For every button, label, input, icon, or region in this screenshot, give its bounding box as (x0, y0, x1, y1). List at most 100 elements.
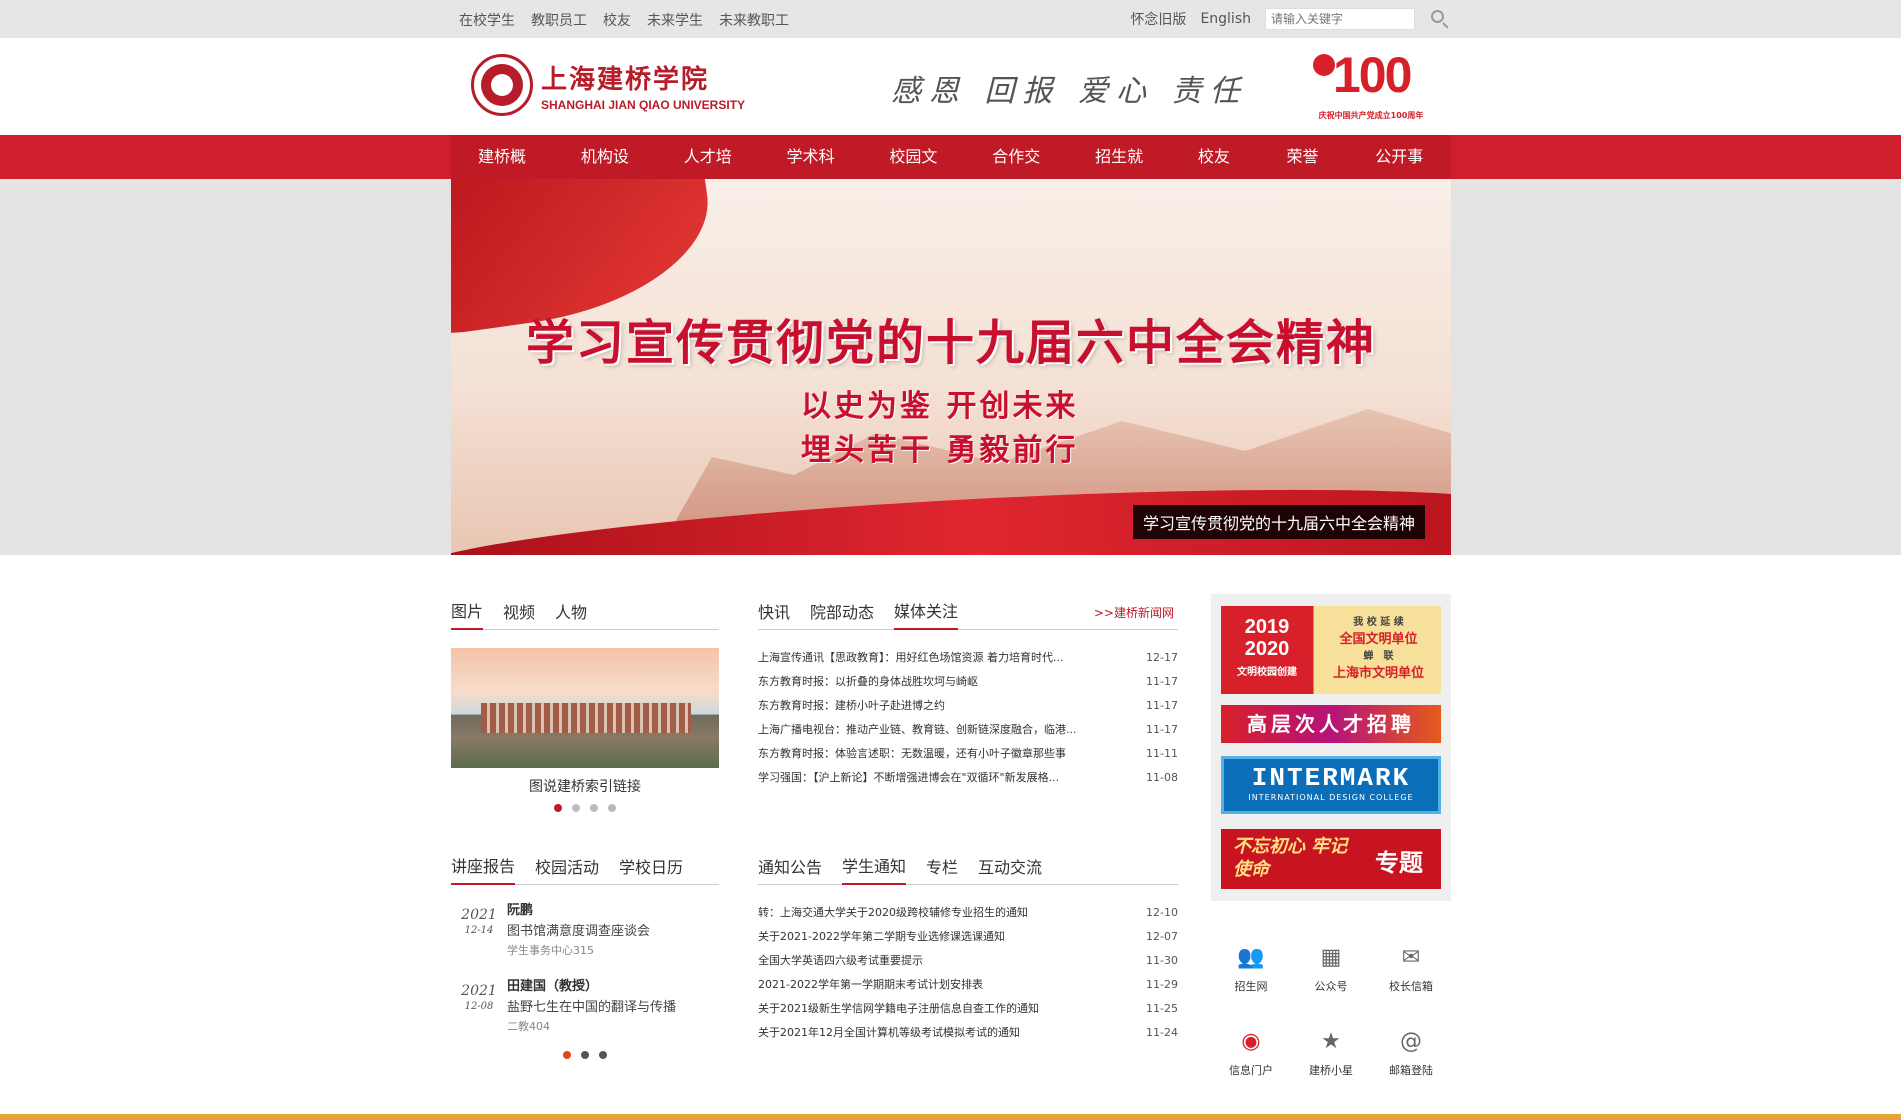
link-future-students[interactable]: 未来学生 (647, 10, 703, 30)
tab-videos[interactable]: 视频 (503, 599, 535, 629)
tab-flash-news[interactable]: 快讯 (758, 599, 790, 629)
tab-media-focus[interactable]: 媒体关注 (894, 598, 959, 630)
link-staff[interactable]: 教职员工 (531, 10, 587, 30)
lecture-title[interactable]: 盐野七生在中国的翻译与传播 (507, 996, 676, 1015)
tab-interaction[interactable]: 互动交流 (978, 854, 1042, 884)
intermark-banner[interactable]: INTERMARK INTERNATIONAL DESIGN COLLEGE (1221, 756, 1441, 814)
carousel-dot[interactable] (572, 804, 580, 812)
news-title[interactable]: 东方教育时报：体验言述职：无数温暖，还有小叶子徽章那些事 (758, 742, 1066, 766)
lecture-date: 2021 12-08 (451, 975, 507, 1037)
link-alumni[interactable]: 校友 (603, 10, 631, 30)
nav-overview[interactable]: 建桥概览 (451, 135, 554, 210)
carousel-dot[interactable] (590, 804, 598, 812)
notice-title[interactable]: 转：上海交通大学关于2020级跨校辅修专业招生的通知 (758, 901, 1028, 925)
news-site-link[interactable]: >>建桥新闻网 (1094, 604, 1174, 621)
tab-columns[interactable]: 专栏 (926, 854, 958, 884)
party-emblem-icon (1313, 54, 1335, 76)
hero-banner[interactable]: 学习宣传贯彻党的十九届六中全会精神 以史为鉴 开创未来 埋头苦干 勇毅前行 学习… (451, 179, 1451, 555)
news-title[interactable]: 上海广播电视台：推动产业链、教育链、创新链深度融合，临港... (758, 718, 1077, 742)
list-item[interactable]: 上海广播电视台：推动产业链、教育链、创新链深度融合，临港... 11-17 (758, 718, 1178, 742)
carousel-dot[interactable] (554, 804, 562, 812)
list-item[interactable]: 上海宣传通讯【思政教育】：用好红色场馆资源 着力培育时代... 12-17 (758, 646, 1178, 670)
carousel-dot[interactable] (608, 804, 616, 812)
talent-recruitment-banner[interactable]: 高层次人才招聘 (1221, 705, 1441, 743)
quick-president-mailbox[interactable]: ✉ 校长信箱 (1371, 940, 1451, 994)
quick-jianqiao-star[interactable]: ★ 建桥小星 (1291, 1024, 1371, 1078)
nav-cooperation[interactable]: 合作交流 (965, 135, 1068, 210)
civilization-campus-banner[interactable]: 2019 2020 文明校园创建 我 校 延 续 全国文明单位 蝉 联 上海市文… (1221, 606, 1441, 694)
notice-title[interactable]: 关于2021-2022学年第二学期专业选修课选课通知 (758, 925, 1005, 949)
civilization-line-3: 蝉 联 (1363, 651, 1394, 662)
school-logo[interactable]: 上海建桥学院 SHANGHAI JIAN QIAO UNIVERSITY (471, 54, 745, 116)
nav-education[interactable]: 人才培养 (657, 135, 760, 210)
old-version-link[interactable]: 怀念旧版 (1130, 9, 1186, 29)
carousel-dot[interactable] (563, 1051, 571, 1059)
list-item[interactable]: 2021-2022学年第一学期期末考试计划安排表 11-29 (758, 973, 1178, 997)
nav-honors[interactable]: 荣誉榜 (1260, 135, 1349, 210)
nav-disclosure[interactable]: 公开事项 (1348, 135, 1451, 210)
lecture-date: 2021 12-14 (451, 899, 507, 961)
notice-date: 12-10 (1146, 906, 1178, 919)
list-item[interactable]: 全国大学英语四六级考试重要提示 11-30 (758, 949, 1178, 973)
news-date: 12-17 (1146, 651, 1178, 664)
banner-caption[interactable]: 学习宣传贯彻党的十九届六中全会精神 (1132, 505, 1425, 539)
link-current-students[interactable]: 在校学生 (459, 10, 515, 30)
carousel-dot[interactable] (599, 1051, 607, 1059)
news-title[interactable]: 上海宣传通讯【思政教育】：用好红色场馆资源 着力培育时代... (758, 646, 1063, 670)
list-item[interactable]: 转：上海交通大学关于2020级跨校辅修专业招生的通知 12-10 (758, 901, 1178, 925)
news-title[interactable]: 东方教育时报：以折叠的身体战胜坎坷与崎岖 (758, 670, 978, 694)
quick-wechat[interactable]: ▦ 公众号 (1291, 940, 1371, 994)
photo-carousel-dots (451, 804, 719, 812)
nav-alumni[interactable]: 校友会 (1171, 135, 1260, 210)
tab-photos[interactable]: 图片 (451, 598, 484, 630)
quick-info-portal[interactable]: ◉ 信息门户 (1211, 1024, 1291, 1078)
lecture-place: 学生事务中心315 (507, 944, 594, 957)
tab-announcements[interactable]: 通知公告 (758, 854, 822, 884)
notice-title[interactable]: 全国大学英语四六级考试重要提示 (758, 949, 923, 973)
lecture-title[interactable]: 图书馆满意度调查座谈会 (507, 920, 650, 939)
lecture-speaker: 阮鹏 (507, 903, 534, 918)
list-item[interactable]: 东方教育时报：以折叠的身体战胜坎坷与崎岖 11-17 (758, 670, 1178, 694)
quick-admissions[interactable]: 👥 招生网 (1211, 940, 1291, 994)
news-title[interactable]: 学习强国：【沪上新论】不断增强进博会在"双循环"新发展格... (758, 766, 1059, 790)
list-item[interactable]: 关于2021年12月全国计算机等级考试模拟考试的通知 11-24 (758, 1021, 1178, 1045)
tab-school-calendar[interactable]: 学校日历 (619, 854, 683, 884)
list-item[interactable]: 东方教育时报：体验言述职：无数温暖，还有小叶子徽章那些事 11-11 (758, 742, 1178, 766)
notice-title[interactable]: 2021-2022学年第一学期期末考试计划安排表 (758, 973, 983, 997)
tab-student-notices[interactable]: 学生通知 (842, 853, 907, 885)
lecture-item[interactable]: 2021 12-08 田建国（教授） 盐野七生在中国的翻译与传播 二教404 (451, 975, 719, 1037)
tab-campus-activities[interactable]: 校园活动 (535, 854, 599, 884)
nav-admissions[interactable]: 招生就业 (1068, 135, 1171, 210)
nav-research[interactable]: 学术科研 (760, 135, 863, 210)
english-link[interactable]: English (1200, 11, 1251, 27)
list-item[interactable]: 学习强国：【沪上新论】不断增强进博会在"双循环"新发展格... 11-08 (758, 766, 1178, 790)
quick-email-login[interactable]: @ 邮箱登陆 (1371, 1024, 1451, 1078)
news-title[interactable]: 东方教育时报：建桥小叶子赴进博之约 (758, 694, 945, 718)
lecture-item[interactable]: 2021 12-14 阮鹏 图书馆满意度调查座谈会 学生事务中心315 (451, 899, 719, 961)
mission-topic-label: 专题 (1375, 849, 1423, 877)
list-item[interactable]: 关于2021-2022学年第二学期专业选修课选课通知 12-07 (758, 925, 1178, 949)
notice-title[interactable]: 关于2021级新生学信网学籍电子注册信息自查工作的通知 (758, 997, 1039, 1021)
campus-photo[interactable] (451, 648, 719, 768)
quick-label: 公众号 (1314, 980, 1348, 993)
search-input[interactable] (1265, 8, 1415, 30)
nav-culture[interactable]: 校园文化 (862, 135, 965, 210)
lecture-month-day: 12-14 (464, 925, 494, 936)
carousel-dot[interactable] (581, 1051, 589, 1059)
notice-title[interactable]: 关于2021年12月全国计算机等级考试模拟考试的通知 (758, 1021, 1020, 1045)
side-banners: 2019 2020 文明校园创建 我 校 延 续 全国文明单位 蝉 联 上海市文… (1211, 594, 1451, 901)
mission-topic-banner[interactable]: 不忘初心 牢记使命 专题 (1221, 829, 1441, 889)
link-future-staff[interactable]: 未来教职工 (719, 10, 789, 30)
logo-en-name: SHANGHAI JIAN QIAO UNIVERSITY (541, 97, 746, 112)
banner-line-2: 埋头苦干 勇毅前行 (801, 433, 1079, 468)
search-icon[interactable] (1429, 8, 1451, 30)
at-mail-icon: @ (1400, 1028, 1422, 1054)
tab-lectures[interactable]: 讲座报告 (451, 853, 516, 885)
civilization-line-4: 上海市文明单位 (1332, 666, 1424, 681)
list-item[interactable]: 关于2021级新生学信网学籍电子注册信息自查工作的通知 11-25 (758, 997, 1178, 1021)
tab-people[interactable]: 人物 (555, 599, 587, 629)
photo-caption[interactable]: 图说建桥索引链接 (451, 776, 719, 796)
nav-organization[interactable]: 机构设置 (554, 135, 657, 210)
list-item[interactable]: 东方教育时报：建桥小叶子赴进博之约 11-17 (758, 694, 1178, 718)
tab-dept-news[interactable]: 院部动态 (810, 599, 874, 629)
